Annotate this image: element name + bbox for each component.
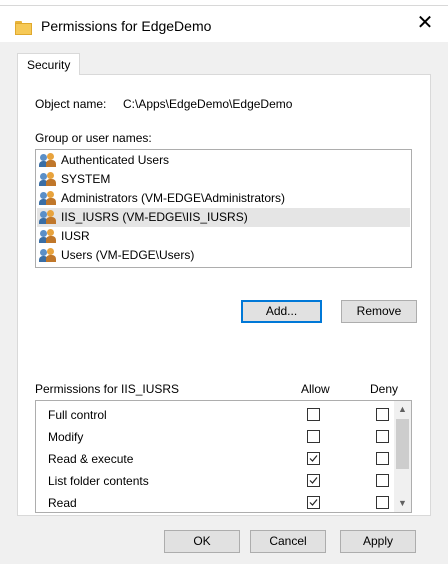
apply-button[interactable]: Apply — [340, 530, 416, 553]
deny-checkbox[interactable] — [376, 408, 389, 421]
permission-row: List folder contents — [36, 471, 394, 493]
user-name: Authenticated Users — [61, 153, 170, 167]
permission-name: Read & execute — [48, 452, 134, 466]
allow-checkbox[interactable] — [307, 474, 320, 487]
title-bar: Permissions for EdgeDemo ✕ — [0, 6, 448, 42]
dialog-client-area: Security Object name: C:\Apps\EdgeDemo\E… — [0, 42, 448, 564]
permission-name: Full control — [48, 408, 107, 422]
allow-checkbox[interactable] — [307, 430, 320, 443]
deny-checkbox[interactable] — [376, 474, 389, 487]
scroll-thumb[interactable] — [396, 419, 409, 469]
user-list-item[interactable]: SYSTEM — [37, 170, 410, 189]
user-name: IUSR — [61, 229, 90, 243]
user-list-item[interactable]: IIS_IUSRS (VM-EDGE\IIS_IUSRS) — [37, 208, 410, 227]
user-name: Users (VM-EDGE\Users) — [61, 248, 195, 262]
user-name: SYSTEM — [61, 172, 111, 186]
allow-checkbox[interactable] — [307, 496, 320, 509]
users-group-icon — [39, 248, 57, 263]
permissions-header: Permissions for IIS_IUSRS — [35, 382, 180, 396]
permission-name: Modify — [48, 430, 84, 444]
close-button[interactable]: ✕ — [402, 6, 448, 42]
tab-security[interactable]: Security — [17, 53, 81, 75]
users-group-icon — [39, 191, 57, 206]
permissions-list: Full control Modify Read & execute List fol… — [35, 400, 412, 513]
user-list-item[interactable]: IUSR — [37, 227, 410, 246]
user-name: Administrators (VM-EDGE\Administrators) — [61, 191, 286, 205]
object-name-value: C:\Apps\EdgeDemo\EdgeDemo — [123, 97, 293, 111]
permission-row: Full control — [36, 405, 394, 427]
permission-name: List folder contents — [48, 474, 149, 488]
permission-row: Read & execute — [36, 449, 394, 471]
deny-checkbox[interactable] — [376, 496, 389, 509]
users-group-icon — [39, 172, 57, 187]
users-group-icon — [39, 210, 57, 225]
users-group-icon — [39, 153, 57, 168]
allow-column-header: Allow — [301, 382, 330, 396]
folder-icon — [15, 21, 32, 35]
add-button[interactable]: Add... — [241, 300, 322, 323]
permissions-scrollbar[interactable]: ▲ ▼ — [394, 401, 411, 512]
permission-name: Read — [48, 496, 77, 510]
users-group-icon — [39, 229, 57, 244]
cancel-button[interactable]: Cancel — [250, 530, 326, 553]
object-name-label: Object name: — [35, 97, 107, 111]
permission-row: Modify — [36, 427, 394, 449]
user-list-item[interactable]: Users (VM-EDGE\Users) — [37, 246, 410, 265]
allow-checkbox[interactable] — [307, 452, 320, 465]
group-names-label: Group or user names: — [35, 131, 152, 145]
user-list-item[interactable]: Authenticated Users — [37, 151, 410, 170]
user-name: IIS_IUSRS (VM-EDGE\IIS_IUSRS) — [61, 210, 248, 224]
security-panel: Object name: C:\Apps\EdgeDemo\EdgeDemo G… — [17, 74, 431, 516]
deny-column-header: Deny — [370, 382, 399, 396]
ok-button[interactable]: OK — [164, 530, 240, 553]
window-title: Permissions for EdgeDemo — [41, 18, 212, 34]
user-list-item[interactable]: Administrators (VM-EDGE\Administrators) — [37, 189, 410, 208]
scroll-down-icon[interactable]: ▼ — [394, 495, 411, 512]
allow-checkbox[interactable] — [307, 408, 320, 421]
scroll-up-icon[interactable]: ▲ — [394, 401, 411, 418]
deny-checkbox[interactable] — [376, 430, 389, 443]
remove-button[interactable]: Remove — [341, 300, 417, 323]
user-listbox[interactable]: Authenticated Users SYSTEM Administrators … — [35, 149, 412, 268]
permission-row: Read — [36, 493, 394, 512]
deny-checkbox[interactable] — [376, 452, 389, 465]
